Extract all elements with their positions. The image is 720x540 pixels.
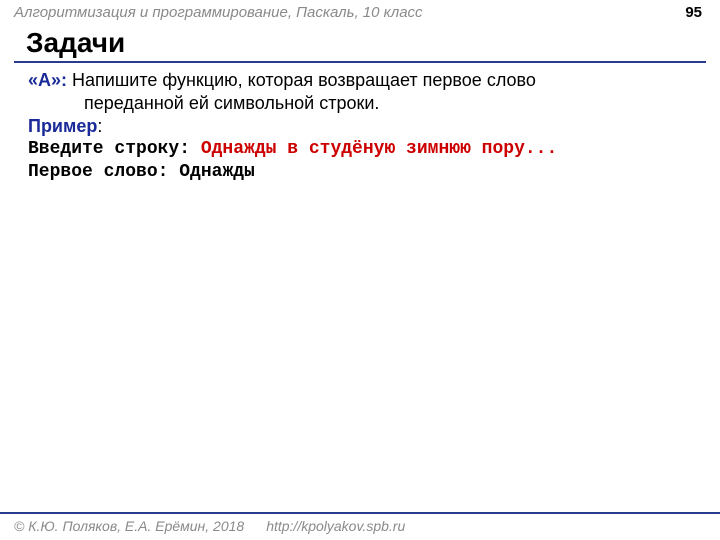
footer: © К.Ю. Поляков, Е.А. Ерёмин, 2018 http:/… bbox=[0, 512, 720, 540]
title-wrap: Задачи bbox=[14, 28, 706, 63]
task-text-2: переданной ей символьной строки. bbox=[28, 92, 692, 115]
task-text-1: Напишите функцию, которая возвращает пер… bbox=[67, 70, 536, 90]
task-line-1: «A»: Напишите функцию, которая возвращае… bbox=[28, 69, 692, 92]
example-label: Пример bbox=[28, 116, 97, 136]
example-output-line: Первое слово: Однажды bbox=[28, 161, 692, 184]
example-label-line: Пример: bbox=[28, 115, 692, 138]
example-input-line: Введите строку: Однажды в студёную зимню… bbox=[28, 138, 692, 161]
slide-body: «A»: Напишите функцию, которая возвращае… bbox=[0, 63, 720, 184]
example-result-value: Однажды bbox=[179, 162, 255, 182]
page-title: Задачи bbox=[14, 28, 706, 63]
header-bar: Алгоритмизация и программирование, Паска… bbox=[0, 0, 720, 28]
example-colon: : bbox=[97, 116, 102, 136]
example-result-label: Первое слово: bbox=[28, 162, 179, 182]
example-user-input: Однажды в студёную зимнюю пору... bbox=[201, 139, 557, 159]
example-prompt: Введите строку: bbox=[28, 139, 201, 159]
task-level-label: «A»: bbox=[28, 70, 67, 90]
footer-url: http://kpolyakov.spb.ru bbox=[266, 518, 405, 534]
slide: Алгоритмизация и программирование, Паска… bbox=[0, 0, 720, 540]
page-number: 95 bbox=[685, 4, 702, 21]
course-label: Алгоритмизация и программирование, Паска… bbox=[14, 4, 423, 21]
footer-copyright: © К.Ю. Поляков, Е.А. Ерёмин, 2018 bbox=[14, 518, 244, 534]
